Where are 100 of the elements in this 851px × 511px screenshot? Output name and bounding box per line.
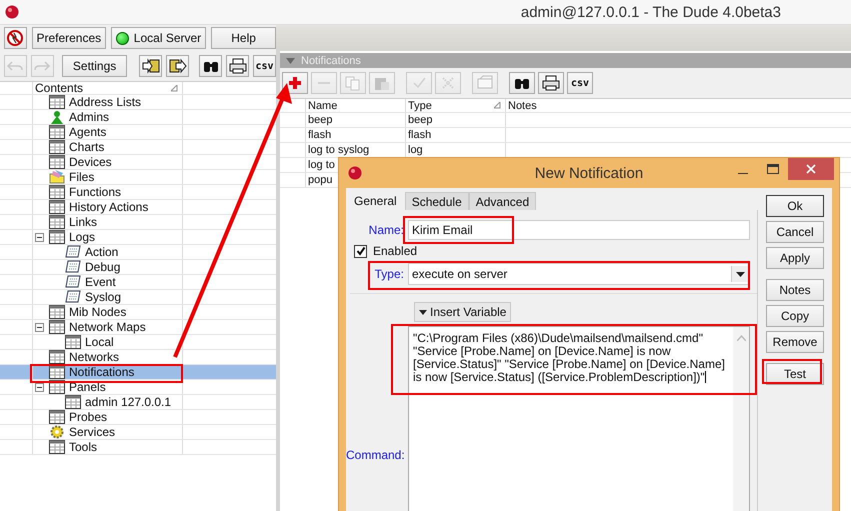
close-icon — [806, 164, 816, 174]
table-icon — [49, 125, 65, 139]
collapse-icon[interactable] — [35, 232, 44, 242]
binoculars-icon[interactable] — [199, 55, 222, 77]
app-logo-icon — [5, 5, 19, 19]
table-icon — [49, 410, 65, 424]
tree-item[interactable]: Syslog — [85, 290, 122, 304]
table-icon — [65, 395, 81, 409]
field-label: Type: — [374, 267, 404, 281]
stop-button[interactable] — [4, 27, 27, 49]
app-logo-icon — [348, 166, 362, 180]
server-button[interactable]: Local Server — [110, 27, 206, 49]
tree-item[interactable]: Address Lists — [69, 95, 142, 109]
collapse-icon[interactable] — [35, 322, 44, 332]
tree-item[interactable]: Tools — [69, 440, 98, 454]
tree-item[interactable]: Functions — [69, 185, 122, 199]
plus-icon[interactable] — [282, 72, 308, 94]
csv-button[interactable]: csv — [253, 55, 276, 77]
annotation-box — [762, 359, 822, 384]
checkbox-label: Enabled — [373, 244, 418, 258]
table-cell: log to syslog — [308, 144, 370, 156]
tab[interactable]: Schedule — [404, 192, 469, 210]
table-cell: beep — [408, 114, 432, 126]
minimize-icon — [738, 172, 748, 174]
table-icon — [49, 305, 65, 319]
scroll-icon — [65, 275, 81, 289]
table-icon — [49, 350, 65, 364]
tree-item[interactable]: admin 127.0.0.1 — [85, 395, 172, 409]
column-header[interactable]: Contents — [33, 82, 183, 94]
toolbar-button[interactable]: Preferences — [32, 27, 106, 49]
command-field[interactable]: "C:\Program Files (x86)\Dude\mailsend\mailsend.cmd" "Service [Probe.Name] on [Device.Name] is now [Service.Status]" "Service [Probe.Name] on [Device.Name] is now [Service.Status] ([Service.ProblemDescription])" — [408, 326, 750, 511]
dialog-button[interactable]: Notes — [766, 279, 824, 301]
window-title: admin@127.0.0.1 - The Dude 4.0beta3 — [520, 4, 781, 20]
dialog-button[interactable]: Ok — [766, 195, 824, 217]
type-dropdown[interactable]: execute on server — [408, 263, 750, 285]
table-icon — [49, 365, 65, 379]
dropdown-arrow-icon[interactable] — [736, 272, 744, 276]
dialog-button[interactable]: Copy — [766, 305, 824, 327]
table-icon — [65, 335, 81, 349]
field-label: Command: — [346, 448, 404, 462]
table-icon — [49, 200, 65, 214]
table-icon — [49, 440, 65, 454]
table-cell: popu — [308, 174, 332, 186]
binoculars-icon[interactable] — [509, 72, 535, 94]
tree-item[interactable]: Networks — [69, 350, 120, 364]
table-cell: log to — [308, 159, 335, 171]
tree-item[interactable]: Debug — [85, 260, 120, 274]
table-icon — [49, 95, 65, 109]
panel-title: Notifications — [301, 54, 361, 66]
close-button[interactable] — [788, 158, 834, 180]
tree-item[interactable]: Services — [69, 425, 116, 439]
scroll-icon — [65, 290, 81, 304]
export-icon[interactable] — [166, 55, 190, 77]
dialog-button[interactable]: Remove — [766, 331, 824, 353]
maximize-icon — [767, 164, 779, 174]
tree-item[interactable]: Probes — [69, 410, 108, 424]
gear-icon — [49, 425, 65, 439]
column-header[interactable]: Type — [406, 99, 506, 112]
tree-item[interactable]: Agents — [69, 125, 106, 139]
tab[interactable]: Advanced — [468, 192, 536, 210]
tree-item[interactable]: Links — [69, 215, 98, 229]
tree-item[interactable]: History Actions — [69, 200, 148, 214]
dialog-title: New Notification — [534, 164, 644, 182]
tree-item[interactable]: Panels — [69, 380, 106, 394]
tree-item[interactable]: Admins — [69, 110, 110, 124]
table-cell: flash — [408, 129, 432, 141]
column-header[interactable]: Name — [306, 99, 406, 112]
scroll-icon — [65, 245, 81, 259]
toolbar-button[interactable]: Help — [211, 27, 276, 49]
table-cell: flash — [308, 129, 332, 141]
tree-item[interactable]: Network Maps — [69, 320, 146, 334]
tree-item[interactable]: Local — [85, 335, 114, 349]
table-icon — [49, 230, 65, 244]
table-cell: log — [408, 144, 423, 156]
collapse-icon[interactable] — [35, 382, 44, 392]
column-header[interactable]: Notes — [506, 99, 851, 112]
name-field[interactable]: Kirim Email — [408, 220, 750, 240]
tree-item[interactable]: Logs — [69, 230, 96, 244]
printer-icon[interactable] — [538, 72, 564, 94]
table-icon — [49, 185, 65, 199]
printer-icon[interactable] — [226, 55, 250, 77]
dialog-button[interactable]: Apply — [766, 247, 824, 269]
checkbox[interactable] — [354, 244, 367, 258]
tree-item[interactable]: Action — [85, 245, 118, 259]
field-label: Name: — [368, 223, 404, 237]
settings-button[interactable]: Settings — [62, 55, 128, 77]
table-icon — [49, 320, 65, 334]
import-icon[interactable] — [139, 55, 162, 77]
folder-icon — [49, 170, 65, 184]
tree-item[interactable]: Devices — [69, 155, 112, 169]
tree-item[interactable]: Mib Nodes — [69, 305, 126, 319]
scroll-icon — [65, 260, 81, 274]
caret-icon — [419, 310, 427, 314]
table-cell: beep — [308, 114, 332, 126]
csv-button[interactable]: csv — [567, 72, 593, 94]
tree-item[interactable]: Charts — [69, 140, 104, 154]
tree-item[interactable]: Files — [69, 170, 94, 184]
tree-item[interactable]: Event — [85, 275, 116, 289]
insert-variable-button[interactable]: Insert Variable — [414, 302, 512, 322]
dialog-button[interactable]: Cancel — [766, 221, 824, 243]
